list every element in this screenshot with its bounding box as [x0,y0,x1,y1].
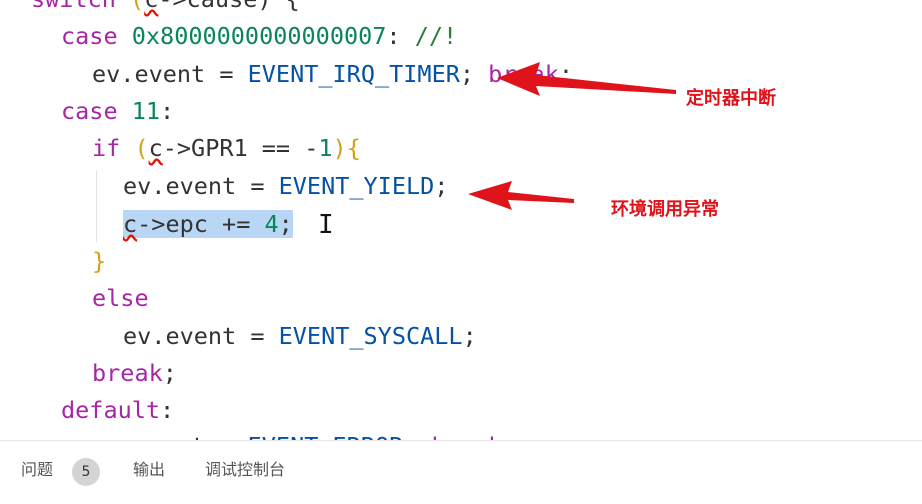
bottom-panel: 问题 5 输出 调试控制台 [0,440,922,504]
annotation-arrows [468,62,676,210]
tab-debug-console[interactable]: 调试控制台 [205,459,285,481]
arrow-yield-icon [468,181,574,210]
tab-output[interactable]: 输出 [133,459,165,481]
annotation-env-call-exception: 环境调用异常 [611,199,719,220]
arrow-timer-icon [497,62,676,96]
tab-problems[interactable]: 问题 [21,459,53,481]
annotation-timer-interrupt: 定时器中断 [686,88,776,109]
problems-count-badge: 5 [72,458,100,486]
code-editor[interactable]: switch (c->cause) { case 0x8000000000000… [0,0,922,440]
